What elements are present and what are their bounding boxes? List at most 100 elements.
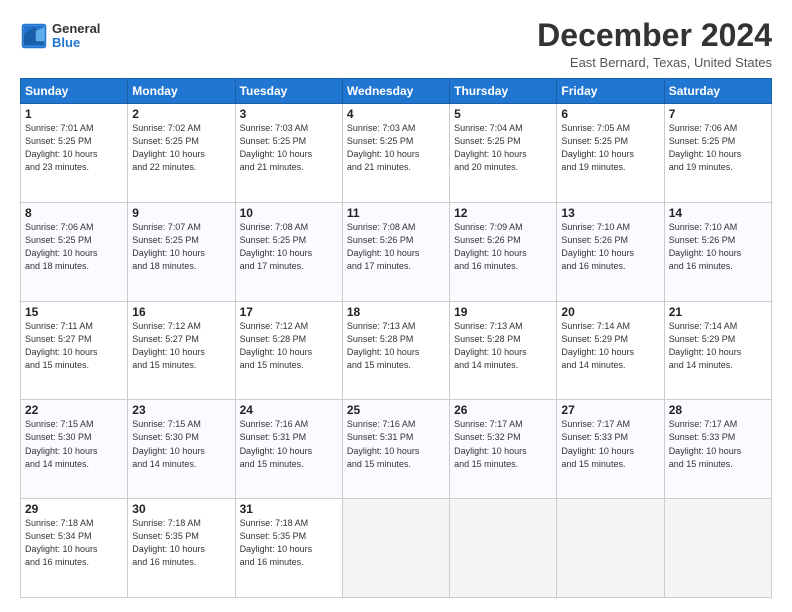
title-block: December 2024 East Bernard, Texas, Unite…	[537, 18, 772, 70]
day-number: 22	[25, 403, 123, 417]
day-info: Sunrise: 7:18 AM Sunset: 5:34 PM Dayligh…	[25, 517, 123, 569]
day-info: Sunrise: 7:17 AM Sunset: 5:32 PM Dayligh…	[454, 418, 552, 470]
calendar-cell: 31Sunrise: 7:18 AM Sunset: 5:35 PM Dayli…	[235, 499, 342, 598]
calendar-cell: 9Sunrise: 7:07 AM Sunset: 5:25 PM Daylig…	[128, 202, 235, 301]
day-info: Sunrise: 7:10 AM Sunset: 5:26 PM Dayligh…	[669, 221, 767, 273]
day-number: 26	[454, 403, 552, 417]
day-info: Sunrise: 7:10 AM Sunset: 5:26 PM Dayligh…	[561, 221, 659, 273]
calendar-cell: 14Sunrise: 7:10 AM Sunset: 5:26 PM Dayli…	[664, 202, 771, 301]
calendar-cell: 16Sunrise: 7:12 AM Sunset: 5:27 PM Dayli…	[128, 301, 235, 400]
calendar-cell	[557, 499, 664, 598]
calendar-cell: 8Sunrise: 7:06 AM Sunset: 5:25 PM Daylig…	[21, 202, 128, 301]
calendar-cell	[664, 499, 771, 598]
day-number: 12	[454, 206, 552, 220]
calendar-cell: 26Sunrise: 7:17 AM Sunset: 5:32 PM Dayli…	[450, 400, 557, 499]
day-number: 27	[561, 403, 659, 417]
calendar-cell: 7Sunrise: 7:06 AM Sunset: 5:25 PM Daylig…	[664, 104, 771, 203]
calendar-header-row: SundayMondayTuesdayWednesdayThursdayFrid…	[21, 79, 772, 104]
month-title: December 2024	[537, 18, 772, 53]
day-info: Sunrise: 7:07 AM Sunset: 5:25 PM Dayligh…	[132, 221, 230, 273]
calendar-cell: 15Sunrise: 7:11 AM Sunset: 5:27 PM Dayli…	[21, 301, 128, 400]
day-info: Sunrise: 7:01 AM Sunset: 5:25 PM Dayligh…	[25, 122, 123, 174]
day-header-monday: Monday	[128, 79, 235, 104]
calendar-week-1: 1Sunrise: 7:01 AM Sunset: 5:25 PM Daylig…	[21, 104, 772, 203]
calendar-cell: 19Sunrise: 7:13 AM Sunset: 5:28 PM Dayli…	[450, 301, 557, 400]
calendar-cell: 3Sunrise: 7:03 AM Sunset: 5:25 PM Daylig…	[235, 104, 342, 203]
calendar-cell: 21Sunrise: 7:14 AM Sunset: 5:29 PM Dayli…	[664, 301, 771, 400]
day-info: Sunrise: 7:18 AM Sunset: 5:35 PM Dayligh…	[240, 517, 338, 569]
day-number: 28	[669, 403, 767, 417]
day-number: 6	[561, 107, 659, 121]
calendar-cell: 29Sunrise: 7:18 AM Sunset: 5:34 PM Dayli…	[21, 499, 128, 598]
logo: General Blue	[20, 22, 100, 51]
calendar-cell	[450, 499, 557, 598]
day-number: 15	[25, 305, 123, 319]
day-header-thursday: Thursday	[450, 79, 557, 104]
logo-line2: Blue	[52, 35, 80, 50]
day-number: 7	[669, 107, 767, 121]
day-info: Sunrise: 7:18 AM Sunset: 5:35 PM Dayligh…	[132, 517, 230, 569]
logo-icon	[20, 22, 48, 50]
day-number: 23	[132, 403, 230, 417]
day-number: 3	[240, 107, 338, 121]
day-header-tuesday: Tuesday	[235, 79, 342, 104]
day-number: 16	[132, 305, 230, 319]
calendar-cell: 4Sunrise: 7:03 AM Sunset: 5:25 PM Daylig…	[342, 104, 449, 203]
calendar-table: SundayMondayTuesdayWednesdayThursdayFrid…	[20, 78, 772, 598]
day-header-friday: Friday	[557, 79, 664, 104]
logo-line1: General	[52, 21, 100, 36]
day-number: 9	[132, 206, 230, 220]
calendar-cell: 1Sunrise: 7:01 AM Sunset: 5:25 PM Daylig…	[21, 104, 128, 203]
day-info: Sunrise: 7:03 AM Sunset: 5:25 PM Dayligh…	[240, 122, 338, 174]
day-info: Sunrise: 7:13 AM Sunset: 5:28 PM Dayligh…	[454, 320, 552, 372]
calendar-week-3: 15Sunrise: 7:11 AM Sunset: 5:27 PM Dayli…	[21, 301, 772, 400]
day-info: Sunrise: 7:08 AM Sunset: 5:25 PM Dayligh…	[240, 221, 338, 273]
day-info: Sunrise: 7:06 AM Sunset: 5:25 PM Dayligh…	[669, 122, 767, 174]
day-header-saturday: Saturday	[664, 79, 771, 104]
page: General Blue December 2024 East Bernard,…	[0, 0, 792, 612]
calendar-cell: 17Sunrise: 7:12 AM Sunset: 5:28 PM Dayli…	[235, 301, 342, 400]
day-info: Sunrise: 7:15 AM Sunset: 5:30 PM Dayligh…	[132, 418, 230, 470]
day-info: Sunrise: 7:17 AM Sunset: 5:33 PM Dayligh…	[669, 418, 767, 470]
day-info: Sunrise: 7:17 AM Sunset: 5:33 PM Dayligh…	[561, 418, 659, 470]
day-info: Sunrise: 7:03 AM Sunset: 5:25 PM Dayligh…	[347, 122, 445, 174]
calendar-cell: 6Sunrise: 7:05 AM Sunset: 5:25 PM Daylig…	[557, 104, 664, 203]
day-number: 1	[25, 107, 123, 121]
day-info: Sunrise: 7:14 AM Sunset: 5:29 PM Dayligh…	[561, 320, 659, 372]
day-number: 24	[240, 403, 338, 417]
day-info: Sunrise: 7:08 AM Sunset: 5:26 PM Dayligh…	[347, 221, 445, 273]
calendar-week-5: 29Sunrise: 7:18 AM Sunset: 5:34 PM Dayli…	[21, 499, 772, 598]
calendar-cell: 24Sunrise: 7:16 AM Sunset: 5:31 PM Dayli…	[235, 400, 342, 499]
calendar-body: 1Sunrise: 7:01 AM Sunset: 5:25 PM Daylig…	[21, 104, 772, 598]
calendar-cell: 25Sunrise: 7:16 AM Sunset: 5:31 PM Dayli…	[342, 400, 449, 499]
day-number: 18	[347, 305, 445, 319]
day-number: 5	[454, 107, 552, 121]
day-number: 17	[240, 305, 338, 319]
header: General Blue December 2024 East Bernard,…	[20, 18, 772, 70]
day-number: 20	[561, 305, 659, 319]
day-number: 29	[25, 502, 123, 516]
day-number: 31	[240, 502, 338, 516]
calendar-cell: 20Sunrise: 7:14 AM Sunset: 5:29 PM Dayli…	[557, 301, 664, 400]
day-number: 25	[347, 403, 445, 417]
day-info: Sunrise: 7:12 AM Sunset: 5:27 PM Dayligh…	[132, 320, 230, 372]
calendar-cell: 13Sunrise: 7:10 AM Sunset: 5:26 PM Dayli…	[557, 202, 664, 301]
calendar-cell: 27Sunrise: 7:17 AM Sunset: 5:33 PM Dayli…	[557, 400, 664, 499]
calendar-cell: 22Sunrise: 7:15 AM Sunset: 5:30 PM Dayli…	[21, 400, 128, 499]
calendar-week-4: 22 Sunrise: 7:15 AM Sunset: 5:30 PM Dayli…	[21, 400, 772, 499]
calendar-cell: 2Sunrise: 7:02 AM Sunset: 5:25 PM Daylig…	[128, 104, 235, 203]
day-header-sunday: Sunday	[21, 79, 128, 104]
calendar-cell	[342, 499, 449, 598]
calendar-cell: 10Sunrise: 7:08 AM Sunset: 5:25 PM Dayli…	[235, 202, 342, 301]
calendar-cell: 28Sunrise: 7:17 AM Sunset: 5:33 PM Dayli…	[664, 400, 771, 499]
day-header-wednesday: Wednesday	[342, 79, 449, 104]
location: East Bernard, Texas, United States	[537, 55, 772, 70]
day-number: 13	[561, 206, 659, 220]
day-number: 11	[347, 206, 445, 220]
calendar-cell: 5Sunrise: 7:04 AM Sunset: 5:25 PM Daylig…	[450, 104, 557, 203]
day-info: Sunrise: 7:16 AM Sunset: 5:31 PM Dayligh…	[240, 418, 338, 470]
day-info: Sunrise: 7:11 AM Sunset: 5:27 PM Dayligh…	[25, 320, 123, 372]
day-info: Sunrise: 7:04 AM Sunset: 5:25 PM Dayligh…	[454, 122, 552, 174]
day-number: 8	[25, 206, 123, 220]
day-info: Sunrise: 7:13 AM Sunset: 5:28 PM Dayligh…	[347, 320, 445, 372]
